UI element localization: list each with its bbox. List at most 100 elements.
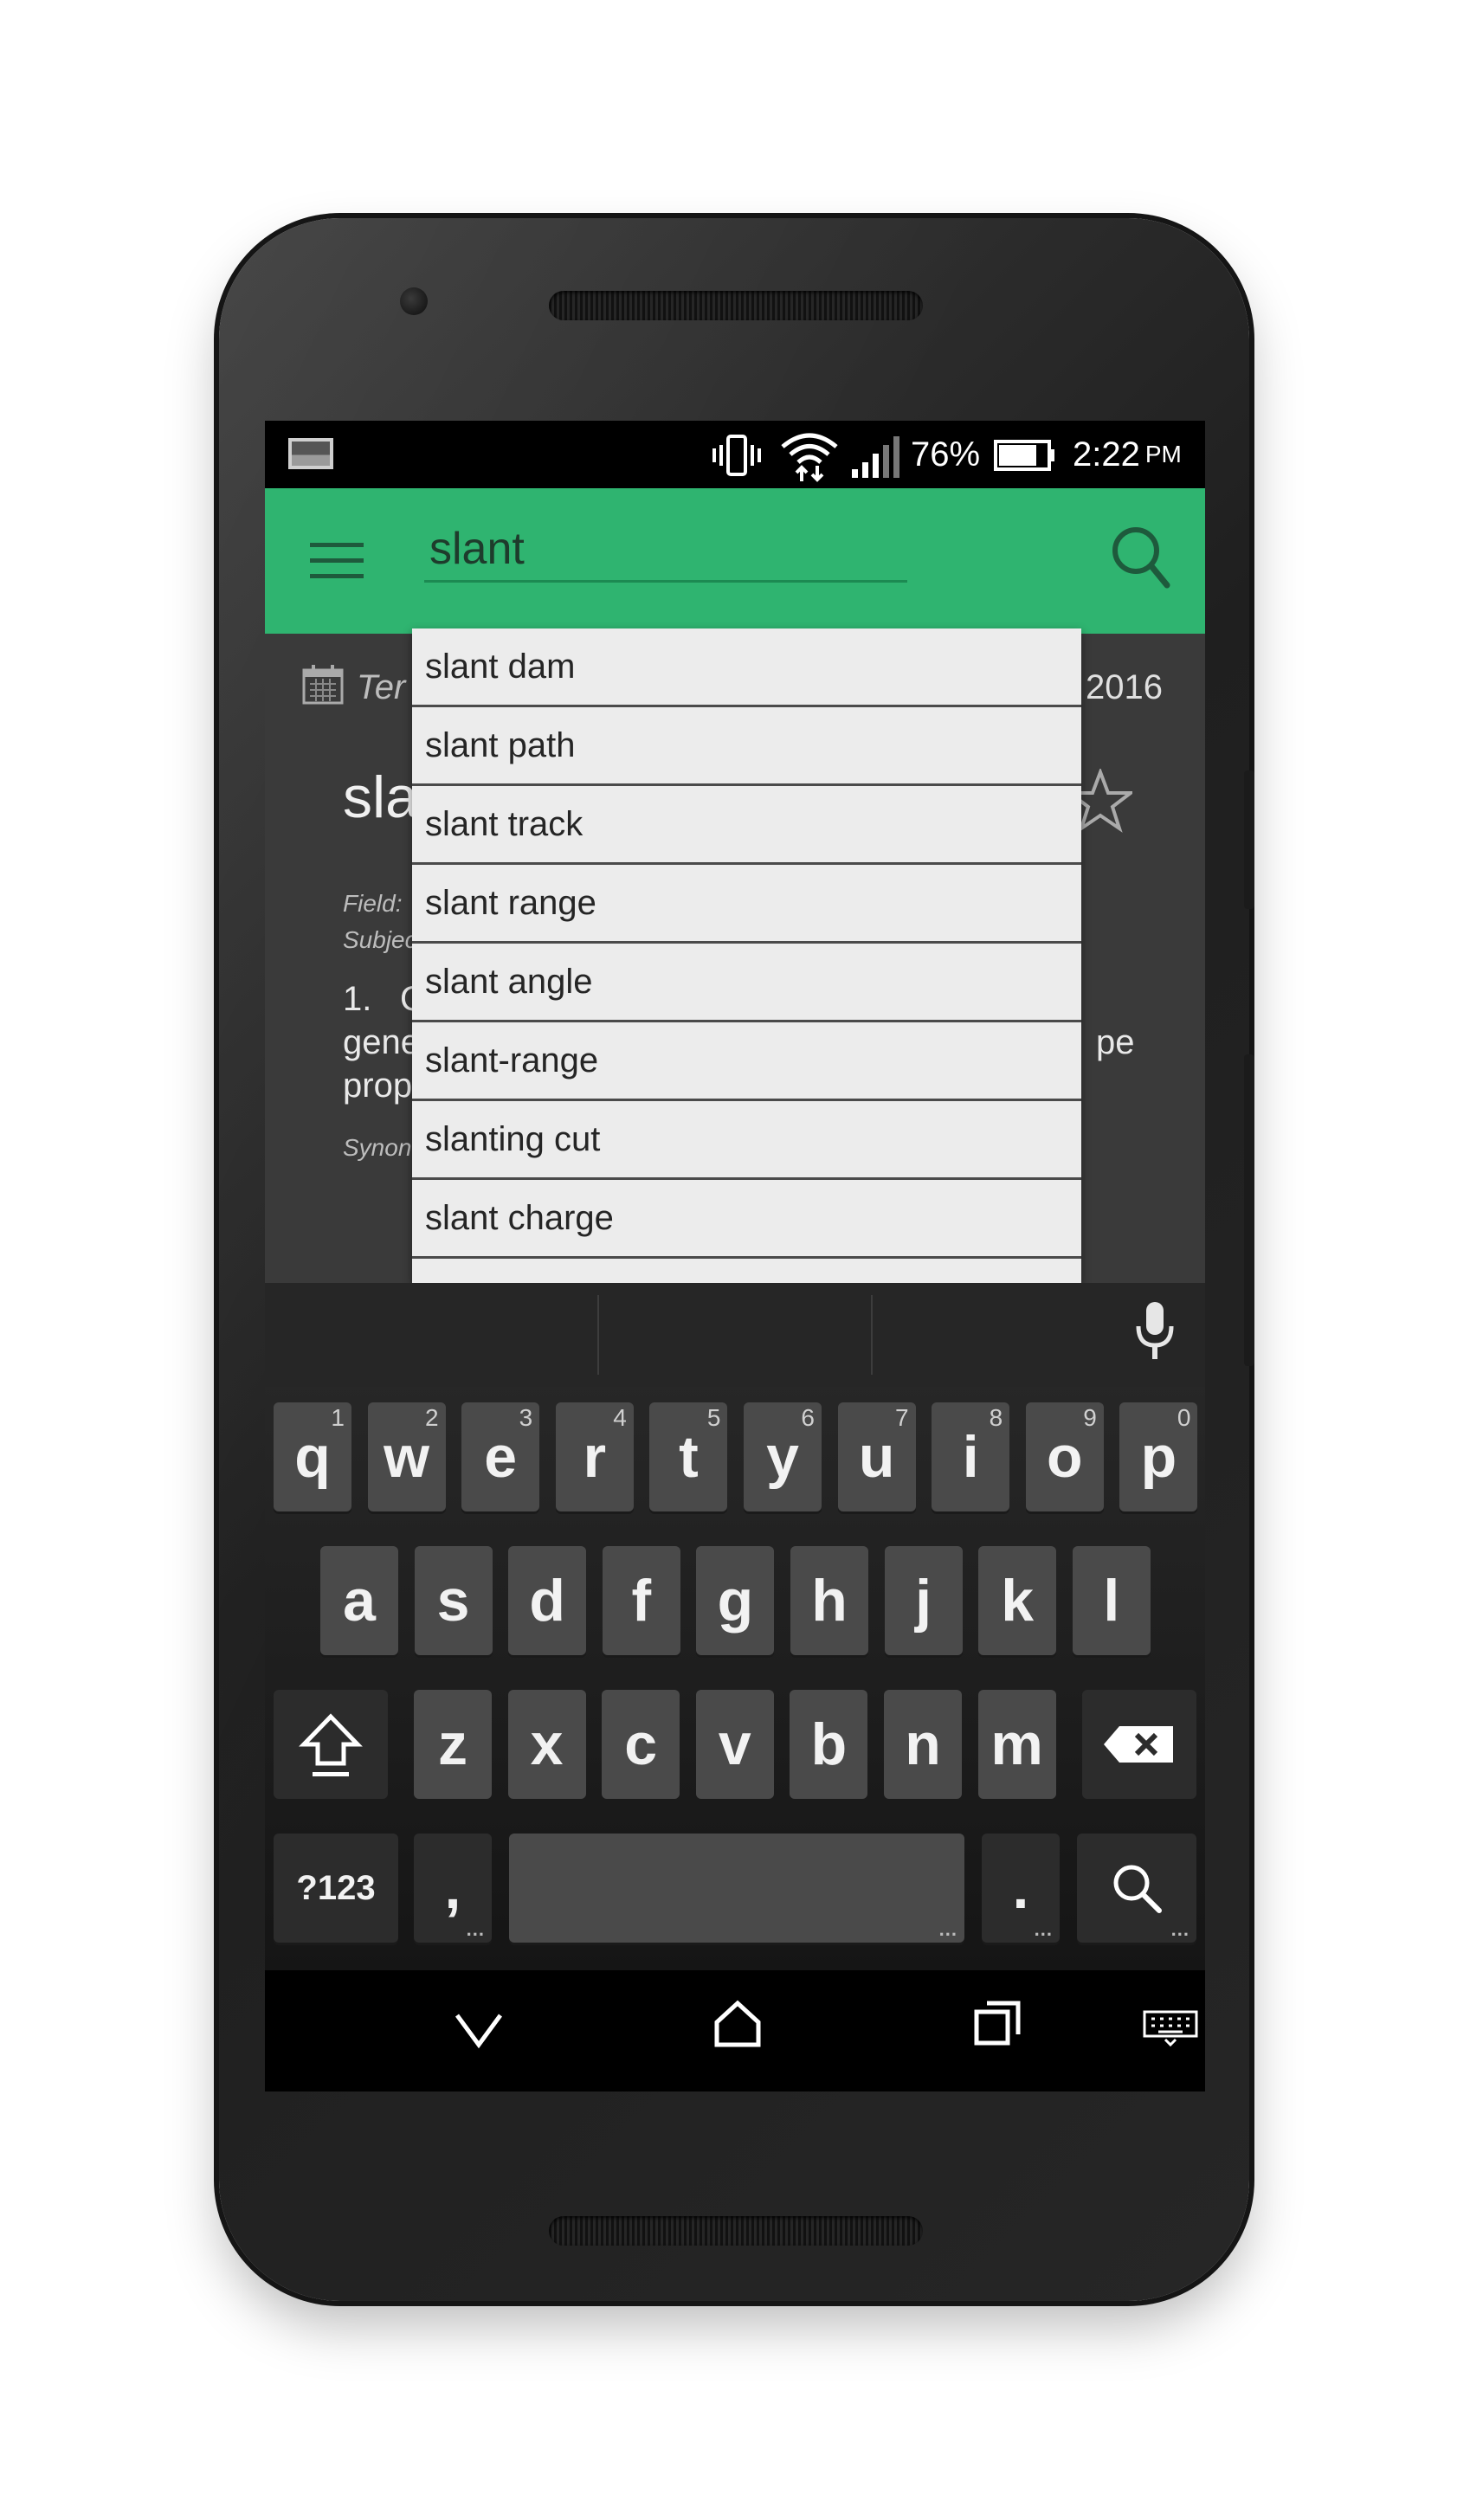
- key-n[interactable]: n: [884, 1690, 962, 1799]
- app-bar: [265, 488, 1205, 634]
- key-j-label: j: [915, 1568, 932, 1634]
- key-a[interactable]: a: [320, 1546, 398, 1655]
- suggestion-item[interactable]: slant range: [412, 865, 1081, 944]
- strip-divider: [871, 1295, 873, 1375]
- suggestion-item[interactable]: slanting cut: [412, 1101, 1081, 1180]
- key-hint: 2: [425, 1404, 439, 1431]
- key-f[interactable]: f: [602, 1546, 680, 1655]
- key-v-label: v: [718, 1711, 751, 1777]
- wifi-icon: [781, 433, 838, 482]
- search-key[interactable]: ...: [1077, 1834, 1196, 1943]
- key-q-label: q: [294, 1424, 331, 1490]
- key-r[interactable]: r4: [555, 1402, 634, 1511]
- vibrate-icon: [712, 435, 761, 476]
- key-g-label: g: [717, 1568, 754, 1634]
- key-l-label: l: [1103, 1568, 1120, 1634]
- key-j[interactable]: j: [884, 1546, 963, 1655]
- key-g[interactable]: g: [696, 1546, 775, 1655]
- keyboard-icon[interactable]: [1143, 2010, 1198, 2046]
- key-s[interactable]: s: [414, 1546, 493, 1655]
- suggestion-item-partial[interactable]: [412, 1259, 1081, 1283]
- suggestion-item[interactable]: slant path: [412, 707, 1081, 786]
- key-b-label: b: [810, 1711, 848, 1777]
- bottom-speaker: [549, 2216, 923, 2246]
- key-m-label: m: [990, 1711, 1043, 1777]
- key-k-label: k: [1001, 1568, 1035, 1634]
- subject-label: Subjec: [343, 926, 417, 953]
- key-u[interactable]: u7: [837, 1402, 916, 1511]
- key-h-label: h: [811, 1568, 848, 1634]
- comma-key[interactable]: ,...: [414, 1834, 492, 1943]
- signal-icon: [852, 436, 899, 478]
- suggestion-item[interactable]: slant-range: [412, 1022, 1081, 1101]
- key-w[interactable]: w2: [367, 1402, 446, 1511]
- definition-line3-start: prop: [343, 1067, 413, 1105]
- key-d[interactable]: d: [508, 1546, 587, 1655]
- key-hint: 9: [1083, 1404, 1097, 1431]
- key-hint: 5: [706, 1404, 721, 1431]
- key-p-label: p: [1140, 1424, 1177, 1490]
- clock-ampm: PM: [1144, 441, 1182, 467]
- key-x-label: x: [530, 1711, 564, 1777]
- suggestion-item[interactable]: slant track: [412, 786, 1081, 865]
- volume-button[interactable]: [1244, 1054, 1254, 1366]
- home-icon[interactable]: [713, 2000, 762, 2048]
- power-button[interactable]: [1244, 770, 1254, 909]
- key-i-label: i: [962, 1424, 979, 1490]
- keyboard-search-icon: [1113, 1865, 1162, 1913]
- menu-icon[interactable]: [310, 540, 364, 582]
- key-b[interactable]: b: [790, 1690, 868, 1799]
- key-x[interactable]: x: [507, 1690, 586, 1799]
- key-k[interactable]: k: [978, 1546, 1057, 1655]
- key-t[interactable]: t5: [649, 1402, 728, 1511]
- key-y-label: y: [766, 1424, 799, 1490]
- key-z[interactable]: z: [414, 1690, 492, 1799]
- suggestion-item[interactable]: slant angle: [412, 944, 1081, 1022]
- key-p[interactable]: p0: [1119, 1402, 1198, 1511]
- key-c[interactable]: c: [602, 1690, 680, 1799]
- search-input[interactable]: [424, 518, 907, 583]
- backspace-key[interactable]: [1082, 1690, 1196, 1799]
- back-icon[interactable]: [454, 2010, 504, 2050]
- shift-key[interactable]: [274, 1690, 388, 1799]
- symbols-key[interactable]: ?123: [274, 1834, 398, 1943]
- recents-icon[interactable]: [973, 2000, 1022, 2048]
- definition-line-start: gene: [343, 1023, 420, 1061]
- microphone-icon[interactable]: [1133, 1300, 1177, 1363]
- synonyms-label: Synon: [343, 1134, 412, 1161]
- key-y[interactable]: y6: [744, 1402, 822, 1511]
- key-hint: 1: [331, 1404, 345, 1431]
- space-key[interactable]: ...: [509, 1834, 964, 1943]
- key-z-label: z: [438, 1711, 467, 1777]
- key-e[interactable]: e3: [461, 1402, 540, 1511]
- shift-icon: [299, 1713, 363, 1776]
- suggestion-item[interactable]: slant dam: [412, 628, 1081, 707]
- top-speaker: [549, 291, 923, 320]
- search-icon[interactable]: [1110, 525, 1172, 594]
- key-q[interactable]: q1: [274, 1402, 351, 1511]
- period-key[interactable]: ....: [982, 1834, 1060, 1943]
- key-c-label: c: [624, 1711, 658, 1777]
- key-h[interactable]: h: [790, 1546, 868, 1655]
- key-m[interactable]: m: [977, 1690, 1056, 1799]
- key-v[interactable]: v: [695, 1690, 774, 1799]
- front-camera: [400, 287, 428, 315]
- key-hint: 6: [801, 1404, 815, 1431]
- strip-divider: [597, 1295, 599, 1375]
- clock: 2:22 PM: [1073, 421, 1182, 488]
- period-key-label: .: [1012, 1855, 1029, 1921]
- clock-time: 2:22: [1073, 435, 1140, 474]
- key-i[interactable]: i8: [932, 1402, 1010, 1511]
- battery-icon: [994, 440, 1054, 471]
- key-e-label: e: [484, 1424, 518, 1490]
- key-f-label: f: [631, 1568, 652, 1634]
- autocomplete-dropdown: slant dam slant path slant track slant rang…: [412, 628, 1081, 1283]
- suggestion-item[interactable]: slant charge: [412, 1180, 1081, 1259]
- key-hint: 7: [895, 1404, 909, 1431]
- key-n-label: n: [905, 1711, 941, 1777]
- battery-percent: 76%: [911, 435, 981, 474]
- key-o[interactable]: o9: [1025, 1402, 1104, 1511]
- key-hint: 0: [1177, 1404, 1191, 1431]
- key-l[interactable]: l: [1072, 1546, 1151, 1655]
- key-more-dots: ...: [1170, 1918, 1190, 1940]
